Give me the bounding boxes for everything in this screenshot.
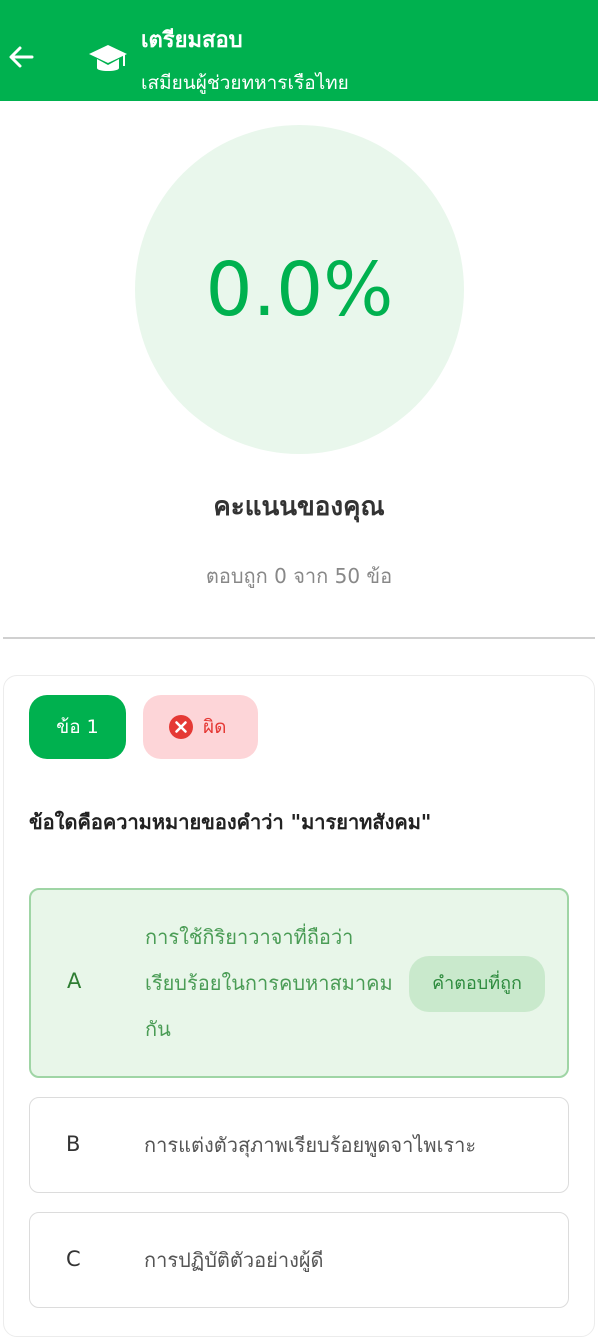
page-subtitle: เสมียนผู้ช่วยทหารเรือไทย: [141, 72, 349, 94]
option-c[interactable]: C การปฏิบัติตัวอย่างผู้ดี: [29, 1212, 569, 1308]
option-text: การใช้กิริยาวาจาที่ถือว่า เรียบร้อยในการ…: [145, 914, 393, 1052]
option-a[interactable]: A การใช้กิริยาวาจาที่ถือว่า เรียบร้อยในก…: [29, 888, 569, 1078]
status-badge: ผิด: [143, 695, 258, 759]
score-circle: 0.0%: [135, 125, 464, 454]
page-title: เตรียมสอบ: [141, 28, 243, 53]
option-text: การปฏิบัติตัวอย่างผู้ดี: [144, 1248, 324, 1272]
question-text: ข้อใดคือความหมายของคำว่า "มารยาทสังคม": [29, 810, 432, 834]
question-card: ข้อ 1 ผิด ข้อใดคือความหมายของคำว่า "มารย…: [3, 675, 595, 1337]
option-b[interactable]: B การแต่งตัวสุภาพเรียบร้อยพูดจาไพเราะ: [29, 1097, 569, 1193]
question-number-badge: ข้อ 1: [29, 695, 126, 759]
score-detail: ตอบถูก 0 จาก 50 ข้อ: [205, 564, 393, 588]
arrow-left-icon[interactable]: [6, 42, 36, 72]
option-text-line: กัน: [145, 1017, 171, 1041]
divider: [3, 637, 595, 639]
status-label: ผิด: [203, 716, 227, 738]
option-text: การแต่งตัวสุภาพเรียบร้อยพูดจาไพเราะ: [144, 1133, 477, 1157]
option-letter: C: [66, 1247, 81, 1271]
score-percent: 0.0%: [205, 247, 394, 333]
option-text-line: เรียบร้อยในการคบหาสมาคม: [145, 971, 393, 995]
option-letter: A: [67, 969, 82, 993]
x-circle-icon: [169, 715, 193, 739]
graduation-cap-icon: [89, 45, 127, 71]
option-letter: B: [66, 1132, 81, 1156]
score-label: คะแนนของคุณ: [213, 492, 385, 522]
correct-answer-tag: คำตอบที่ถูก: [409, 956, 545, 1012]
option-text-line: การใช้กิริยาวาจาที่ถือว่า: [145, 925, 354, 949]
app-bar: เตรียมสอบ เสมียนผู้ช่วยทหารเรือไทย: [0, 0, 598, 101]
